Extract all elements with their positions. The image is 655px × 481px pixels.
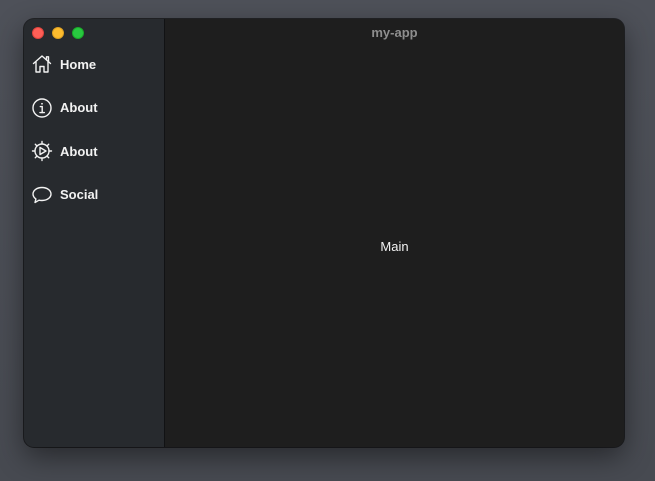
window-title: my-app [371,25,418,40]
sidebar-item-label: Home [60,56,97,72]
info-icon [31,97,53,119]
sidebar-item-label: Social [60,187,99,202]
sidebar-item-label: About [60,143,98,159]
maximize-button[interactable] [72,27,84,39]
sidebar: Home About About Social [24,19,165,447]
title-bar[interactable]: my-app [24,19,624,47]
settings-icon [31,140,53,162]
desktop: Home About About Social Main my-app [0,0,655,481]
sidebar-item-home[interactable]: Home [24,53,164,75]
chat-bubble-icon [31,184,53,206]
minimize-button[interactable] [52,27,64,39]
sidebar-nav: Home About About Social [24,53,164,227]
main-content: Main [165,19,624,447]
sidebar-item-about[interactable]: About [24,97,164,119]
main-label: Main [380,239,409,254]
sidebar-item-social[interactable]: Social [24,184,164,206]
sidebar-item-label: About [60,100,98,115]
sidebar-item-about-settings[interactable]: About [24,140,164,162]
home-icon [31,53,53,75]
close-button[interactable] [32,27,44,39]
app-window: Home About About Social Main my-app [24,19,624,447]
